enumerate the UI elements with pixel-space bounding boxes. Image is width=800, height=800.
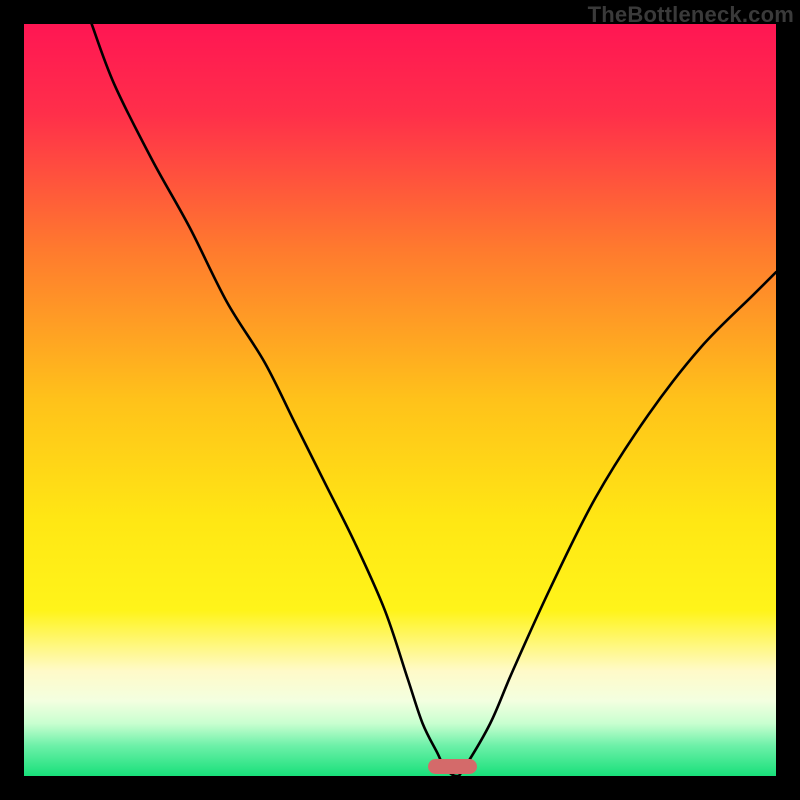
chart-frame: TheBottleneck.com — [0, 0, 800, 800]
watermark-text: TheBottleneck.com — [588, 2, 794, 28]
plot-area — [24, 24, 776, 776]
bottleneck-curve — [24, 24, 776, 776]
minimum-marker — [428, 759, 478, 774]
